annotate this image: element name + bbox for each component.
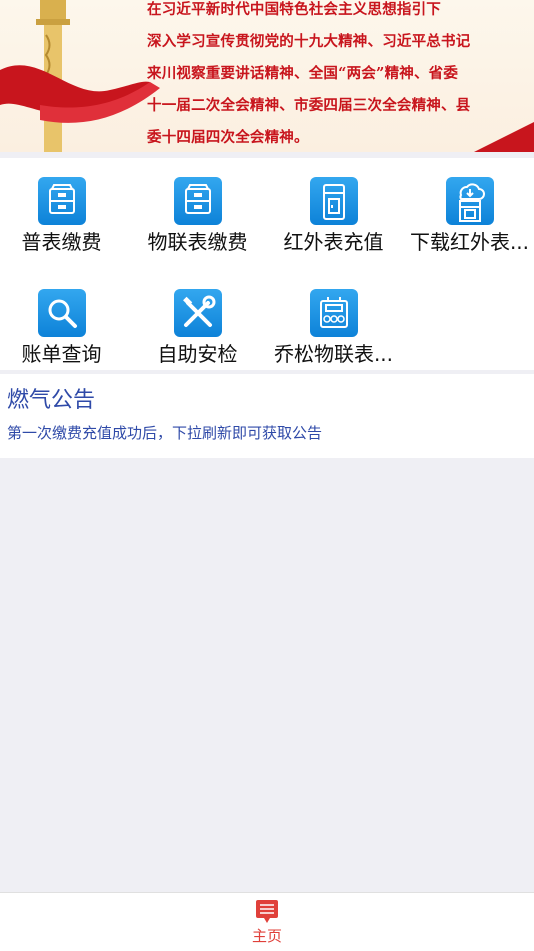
service-qiaosong-iot-meter[interactable]: 乔松物联表... xyxy=(267,289,400,367)
banner-slogan: 在习近平新时代中国特色社会主义思想指引下 深入学习宣传贯彻党的十九大精神、习近平… xyxy=(147,0,517,152)
tab-home[interactable]: 主页 xyxy=(237,899,297,946)
service-label: 普表缴费 xyxy=(21,230,102,254)
service-label: 下载红外表... xyxy=(409,230,530,254)
banner-line: 委十四届四次全会精神。 xyxy=(147,129,309,146)
service-label: 账单查询 xyxy=(21,342,102,366)
banner-line: 在习近平新时代中国特色社会主义思想指引下 xyxy=(147,1,441,18)
service-bill-query[interactable]: 账单查询 xyxy=(0,289,128,367)
service-label: 自助安检 xyxy=(157,342,238,366)
bottom-tab-bar: 主页 xyxy=(0,892,534,951)
search-icon xyxy=(37,289,86,337)
banner-line: 深入学习宣传贯彻党的十九大精神、习近平总书记 xyxy=(147,33,471,50)
service-download-infrared[interactable]: 下载红外表... xyxy=(403,177,534,255)
promo-banner[interactable]: 在习近平新时代中国特色社会主义思想指引下 深入学习宣传贯彻党的十九大精神、习近平… xyxy=(0,0,534,152)
service-label: 红外表充值 xyxy=(283,230,384,254)
service-regular-meter-payment[interactable]: 普表缴费 xyxy=(0,177,128,255)
announcement-title: 燃气公告 xyxy=(7,388,96,413)
announcement-text: 第一次缴费充值成功后，下拉刷新即可获取公告 xyxy=(7,424,323,442)
cabinet-icon xyxy=(173,177,222,225)
tab-home-label: 主页 xyxy=(251,927,282,945)
tools-icon xyxy=(173,289,222,337)
gas-meter-icon xyxy=(309,289,358,337)
meter-icon xyxy=(309,177,358,225)
empty-content-area xyxy=(0,458,534,886)
gas-announcement: 燃气公告 第一次缴费充值成功后，下拉刷新即可获取公告 xyxy=(0,374,534,458)
service-infrared-meter-recharge[interactable]: 红外表充值 xyxy=(267,177,400,255)
cabinet-icon xyxy=(37,177,86,225)
service-iot-meter-payment[interactable]: 物联表缴费 xyxy=(131,177,264,255)
cloud-download-icon xyxy=(445,177,494,225)
banner-line: 来川视察重要讲话精神、全国“两会”精神、省委 xyxy=(147,65,459,82)
service-label: 乔松物联表... xyxy=(273,342,394,366)
service-grid: 普表缴费 物联表缴费 红外表充值 下载红外表... 账单查询 自助安检 乔松物联… xyxy=(0,158,534,370)
banner-line: 十一届二次全会精神、市委四届三次全会精神、县 xyxy=(147,97,471,114)
service-self-inspection[interactable]: 自助安检 xyxy=(131,289,264,367)
service-label: 物联表缴费 xyxy=(147,230,248,254)
home-message-icon xyxy=(256,900,278,923)
